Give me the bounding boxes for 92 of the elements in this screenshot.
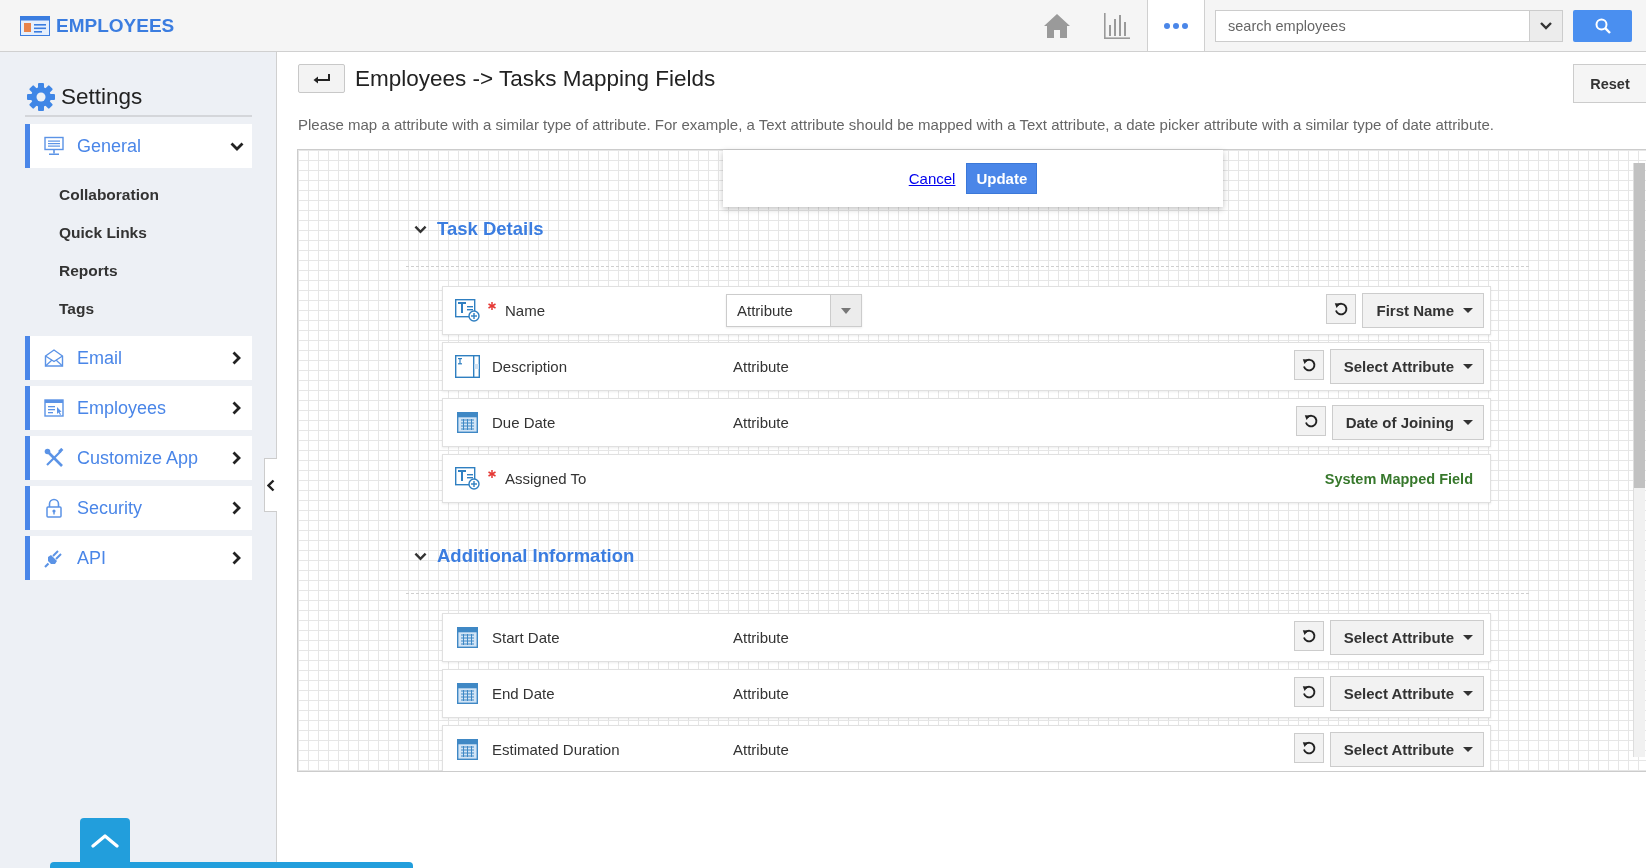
sidebar-item[interactable]: Email xyxy=(25,336,252,380)
calendar-icon xyxy=(455,411,480,434)
caret-icon xyxy=(1463,308,1473,313)
field-label: End Date xyxy=(492,685,555,702)
field-label: Due Date xyxy=(492,414,556,431)
more-button[interactable] xyxy=(1147,0,1205,51)
attribute-type-dropdown[interactable]: Attribute xyxy=(726,294,862,327)
window-icon xyxy=(44,398,64,418)
caret-icon xyxy=(1463,747,1473,752)
update-button[interactable]: Update xyxy=(966,163,1038,194)
mapping-dropdown[interactable]: First Name xyxy=(1362,293,1484,328)
field-label: Name xyxy=(505,302,545,319)
plug-icon xyxy=(44,548,64,568)
scrollbar[interactable] xyxy=(1633,163,1645,757)
sidebar-subitem[interactable]: Reports xyxy=(59,252,252,290)
field-label: Estimated Duration xyxy=(492,741,620,758)
text-area-icon xyxy=(455,355,480,378)
sidebar-item[interactable]: API xyxy=(25,536,252,580)
undo-icon xyxy=(1334,301,1349,316)
field-label: Start Date xyxy=(492,629,560,646)
calendar-icon xyxy=(455,626,480,649)
caret-icon xyxy=(1540,21,1552,30)
more-dots-icon xyxy=(1164,22,1188,29)
collapse-sidebar-button[interactable] xyxy=(264,458,277,512)
undo-icon xyxy=(1303,413,1318,428)
sidebar-item[interactable]: Security xyxy=(25,486,252,530)
scrollbar-thumb[interactable] xyxy=(1634,163,1645,488)
sidebar-subitem[interactable]: Quick Links xyxy=(59,214,252,252)
text-field-icon xyxy=(455,467,480,490)
reset-mapping-button[interactable] xyxy=(1293,676,1324,707)
sidebar-subitem[interactable]: Tags xyxy=(59,290,252,328)
search-button[interactable] xyxy=(1573,9,1632,42)
reset-mapping-button[interactable] xyxy=(1295,405,1326,436)
field-label: Assigned To xyxy=(505,470,587,487)
section-title: Task Details xyxy=(437,218,544,240)
padlock-icon xyxy=(44,498,64,518)
caret-icon xyxy=(1463,635,1473,640)
sidebar-title: Settings xyxy=(61,83,143,110)
sidebar-item[interactable]: General xyxy=(25,124,252,168)
reset-mapping-button[interactable] xyxy=(1293,349,1324,380)
attribute-type: Attribute xyxy=(732,629,789,646)
id-card-icon xyxy=(20,15,50,36)
calendar-icon xyxy=(455,738,480,761)
search-field[interactable]: search employees xyxy=(1215,9,1530,42)
back-button[interactable] xyxy=(298,64,345,93)
attribute-type: Attribute xyxy=(732,741,789,758)
tools-icon xyxy=(44,448,64,468)
envelope-icon xyxy=(44,348,64,368)
sidebar-subitem[interactable]: Collaboration xyxy=(59,176,252,214)
chevron-left-icon xyxy=(267,478,275,492)
reset-mapping-button[interactable] xyxy=(1293,620,1324,651)
sidebar-item[interactable]: Customize App xyxy=(25,436,252,480)
mapping-dropdown[interactable]: Select Attribute xyxy=(1329,349,1484,384)
home-icon xyxy=(1043,12,1071,39)
mapping-dropdown[interactable]: Date of Joining xyxy=(1331,405,1484,440)
section-title: Additional Information xyxy=(437,545,635,567)
chevron-down-icon[interactable] xyxy=(414,224,427,234)
chevron-down-icon[interactable] xyxy=(414,551,427,561)
scroll-to-top-button[interactable] xyxy=(80,818,130,862)
calendar-icon xyxy=(455,682,480,705)
reset-mapping-button[interactable] xyxy=(1326,293,1357,324)
mapping-dropdown[interactable]: Select Attribute xyxy=(1329,620,1484,655)
cancel-link[interactable]: Cancel xyxy=(908,170,956,187)
bar-chart-icon xyxy=(1104,12,1130,39)
caret-icon xyxy=(841,307,851,314)
reset-button[interactable]: Reset xyxy=(1573,64,1646,103)
text-field-icon xyxy=(455,299,480,322)
mapping-dropdown[interactable]: Select Attribute xyxy=(1329,676,1484,711)
app-title: EMPLOYEES xyxy=(56,14,175,37)
page-title: Employees -> Tasks Mapping Fields xyxy=(355,65,716,93)
caret-icon xyxy=(1463,420,1473,425)
system-mapped-label: System Mapped Field xyxy=(1324,470,1473,487)
back-arrow-icon xyxy=(312,72,331,85)
monitor-icon xyxy=(44,136,64,156)
sidebar-item[interactable]: Employees xyxy=(25,386,252,430)
instructions-text: Please map a attribute with a similar type of attribute. For example, a Text attribute should be mapped with a Text attribute, a date picker attribute with a similar type of date attribute. xyxy=(298,115,1495,135)
field-label: Description xyxy=(492,358,568,375)
chevron-up-icon xyxy=(91,832,119,848)
caret-icon xyxy=(1463,364,1473,369)
reset-mapping-button[interactable] xyxy=(1293,732,1324,763)
attribute-type: Attribute xyxy=(732,414,789,431)
attribute-type: Attribute xyxy=(732,685,789,702)
settings-icon xyxy=(27,82,55,111)
undo-icon xyxy=(1301,628,1316,643)
caret-icon xyxy=(1463,691,1473,696)
undo-icon xyxy=(1301,740,1316,755)
mapping-dropdown[interactable]: Select Attribute xyxy=(1329,732,1484,767)
search-scope-dropdown[interactable] xyxy=(1530,9,1563,42)
search-icon xyxy=(1594,17,1611,34)
undo-icon xyxy=(1301,357,1316,372)
attribute-type: Attribute xyxy=(732,358,789,375)
undo-icon xyxy=(1301,684,1316,699)
